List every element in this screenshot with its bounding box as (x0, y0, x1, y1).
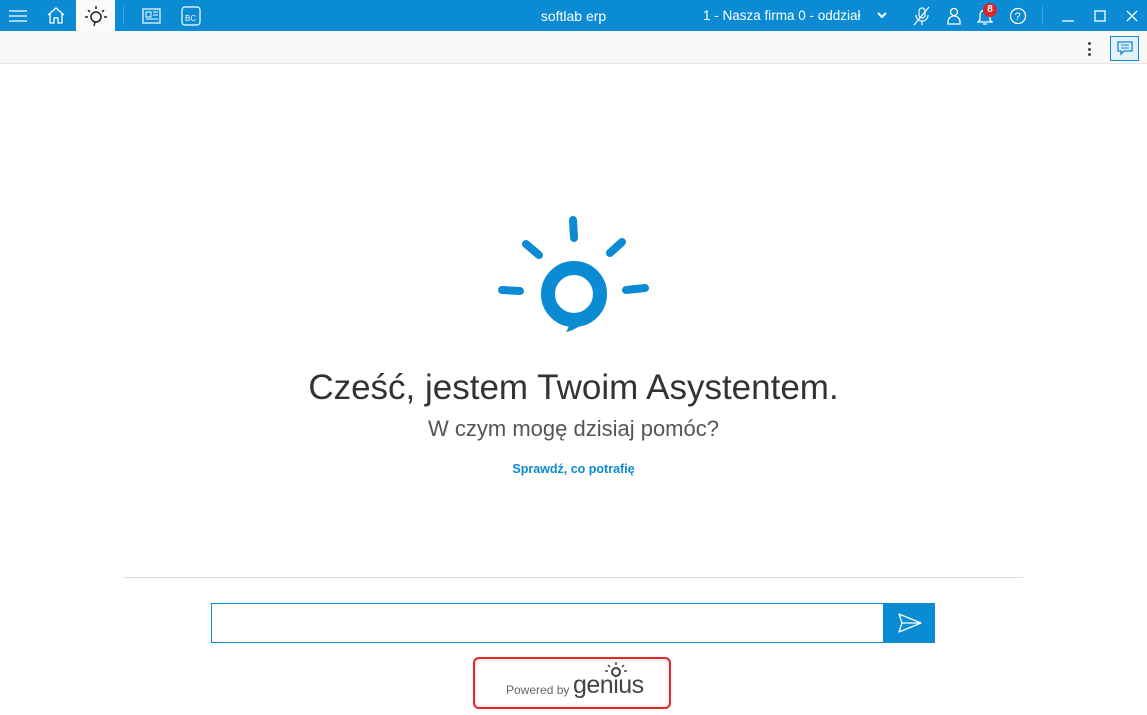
microphone-button[interactable] (908, 0, 934, 31)
minimize-button[interactable] (1056, 0, 1080, 31)
newspaper-icon (142, 7, 161, 24)
greeting-bold: Cześć, (308, 368, 416, 407)
home-icon (47, 7, 65, 24)
news-button[interactable] (133, 0, 169, 31)
dot-icon (1087, 42, 1091, 45)
divider (123, 577, 1023, 578)
bc-icon: BC (181, 5, 201, 26)
close-button[interactable] (1120, 0, 1144, 31)
hamburger-icon (9, 9, 27, 22)
home-button[interactable] (38, 0, 74, 31)
send-icon (897, 613, 922, 633)
chevron-down-icon (877, 12, 887, 19)
divider (1042, 6, 1043, 25)
capabilities-link[interactable]: Sprawdź, co potrafię (0, 462, 1147, 476)
more-options-button[interactable] (1083, 40, 1095, 58)
genius-bulb-icon (605, 662, 627, 677)
powered-by-badge: Powered by genius (473, 657, 671, 709)
message-input[interactable] (211, 603, 884, 643)
chat-icon (1116, 41, 1133, 56)
maximize-icon (1094, 9, 1106, 22)
divider (123, 6, 124, 25)
assistant-logo (498, 216, 649, 332)
assistant-tab[interactable] (76, 0, 115, 31)
dot-icon (1087, 53, 1091, 56)
assistant-bulb-icon (84, 5, 107, 26)
notifications-badge: 8 (983, 3, 997, 17)
user-icon (947, 7, 961, 25)
maximize-button[interactable] (1088, 0, 1112, 31)
toolbar (0, 31, 1147, 64)
microphone-muted-icon (913, 6, 930, 25)
svg-text:BC: BC (185, 14, 196, 23)
company-selector[interactable]: 1 - Nasza firma 0 - oddział (703, 8, 861, 23)
help-button[interactable]: ? (1006, 0, 1030, 31)
greeting-heading: Cześć, jestem Twoim Asystentem. (0, 368, 1147, 408)
powered-by-label: Powered by (506, 683, 570, 697)
svg-text:?: ? (1015, 11, 1021, 23)
greeting-text: jestem Twoim Asystentem. (415, 368, 839, 407)
company-dropdown[interactable] (872, 0, 892, 31)
close-icon (1126, 10, 1138, 21)
bc-button[interactable]: BC (173, 0, 209, 31)
help-icon: ? (1009, 7, 1027, 24)
menu-button[interactable] (0, 0, 36, 31)
chat-toggle-button[interactable] (1110, 36, 1139, 61)
minimize-icon (1062, 19, 1074, 22)
title-bar: BC softlab erp 1 - Nasza firma 0 - oddzi… (0, 0, 1147, 31)
greeting-subtitle: W czym mogę dzisiaj pomóc? (428, 416, 719, 441)
send-button[interactable] (884, 603, 935, 643)
user-button[interactable] (942, 0, 966, 31)
dot-icon (1087, 47, 1091, 51)
